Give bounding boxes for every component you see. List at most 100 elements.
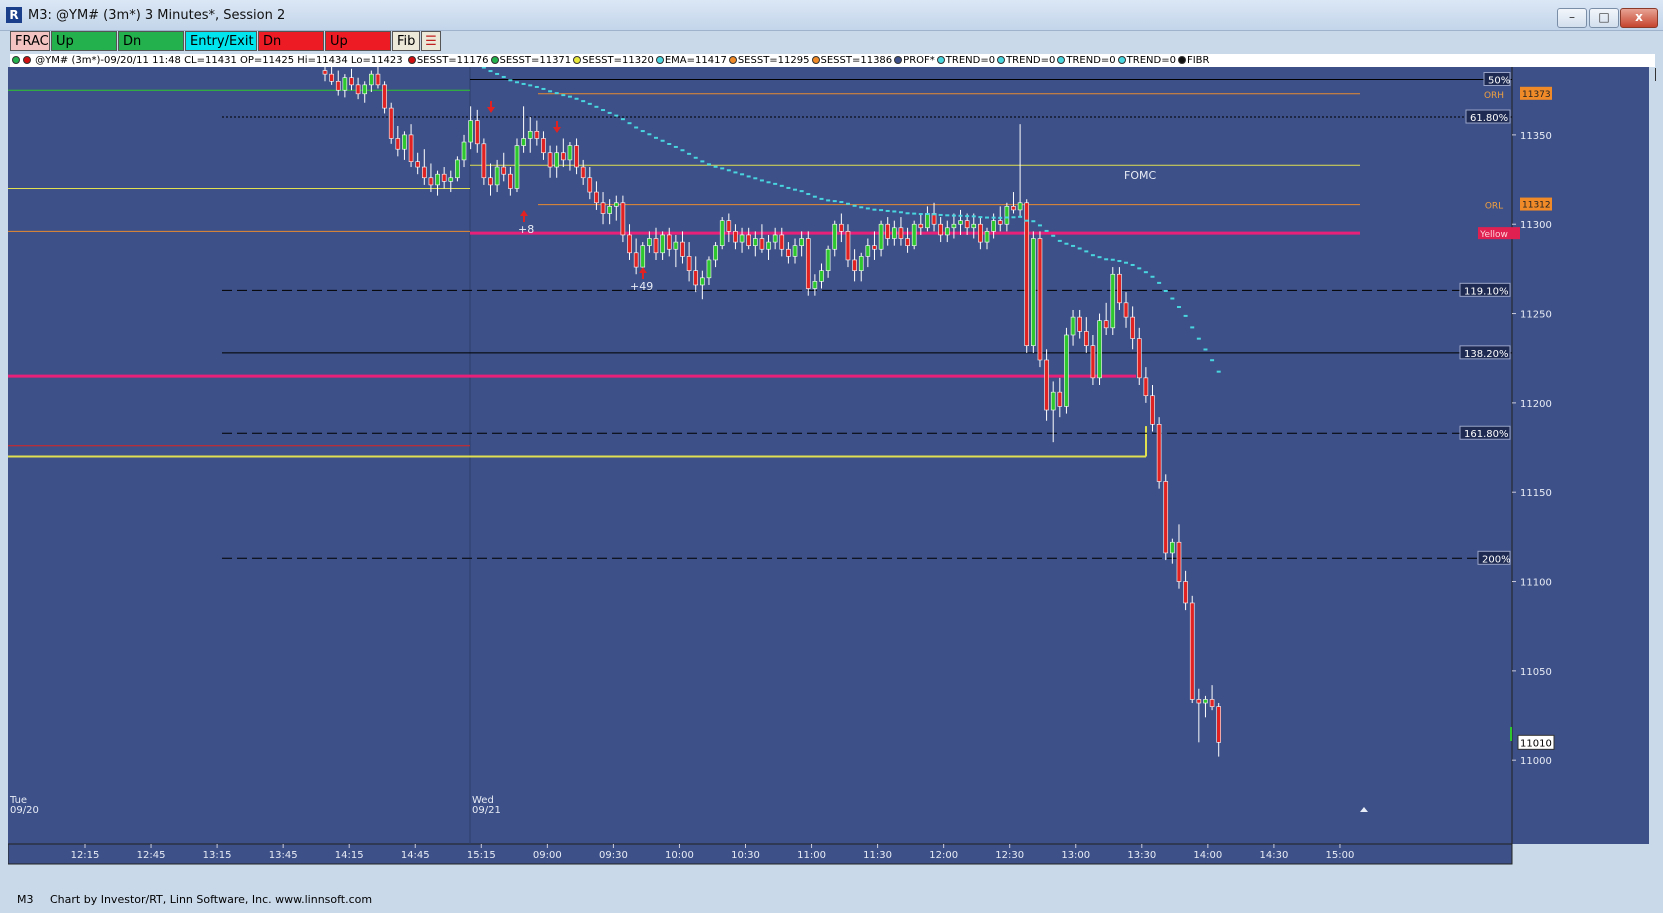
candle-body[interactable]: [514, 145, 520, 189]
candle-body[interactable]: [997, 220, 1003, 225]
candle-body[interactable]: [461, 141, 467, 161]
candle-body[interactable]: [733, 231, 738, 243]
candle-body[interactable]: [1103, 320, 1109, 329]
candle-body[interactable]: [521, 138, 526, 146]
close-button[interactable]: x: [1620, 8, 1658, 28]
indicator-label[interactable]: TREND=0: [946, 55, 995, 66]
candle-body[interactable]: [415, 161, 420, 168]
candle-body[interactable]: [1050, 391, 1056, 411]
chart-tab-label[interactable]: M3: [17, 893, 34, 906]
candle-body[interactable]: [1070, 316, 1076, 336]
candle-body[interactable]: [474, 120, 480, 145]
candle-body[interactable]: [938, 223, 943, 236]
candle-body[interactable]: [1004, 206, 1010, 225]
candle-body[interactable]: [1077, 316, 1082, 332]
candle-body[interactable]: [905, 238, 910, 246]
price-chart[interactable]: 12:15 12:45 13:15 13:45 14:15 14:45 15:15 09:00…: [8, 67, 1655, 890]
candle-body[interactable]: [1024, 202, 1030, 347]
candle-body[interactable]: [918, 223, 924, 229]
candle-body[interactable]: [839, 223, 844, 232]
candle-body[interactable]: [580, 166, 586, 179]
candle-body[interactable]: [1143, 377, 1149, 397]
candle-body[interactable]: [944, 227, 950, 236]
indicator-label[interactable]: TREND=0: [1127, 55, 1176, 66]
candle-body[interactable]: [719, 220, 725, 246]
candle-body[interactable]: [329, 73, 334, 82]
candle-body[interactable]: [369, 73, 374, 86]
candle-body[interactable]: [554, 152, 560, 168]
candle-body[interactable]: [739, 234, 745, 243]
candle-body[interactable]: [693, 270, 699, 286]
candle-body[interactable]: [964, 220, 970, 229]
candle-body[interactable]: [660, 234, 665, 254]
indicator-label[interactable]: SESST=11371: [500, 55, 572, 66]
candle-body[interactable]: [488, 177, 493, 186]
candle-body[interactable]: [958, 220, 963, 225]
indicator-label[interactable]: SESST=11176: [417, 55, 489, 66]
candle-body[interactable]: [752, 238, 758, 246]
candle-body[interactable]: [342, 77, 348, 91]
candle-body[interactable]: [1216, 706, 1221, 743]
candle-body[interactable]: [501, 166, 507, 175]
indicator-label[interactable]: PROF*: [903, 55, 935, 66]
candle-body[interactable]: [885, 223, 891, 239]
candle-body[interactable]: [852, 259, 857, 271]
indicator-label[interactable]: TREND=0: [1006, 55, 1055, 66]
candle-body[interactable]: [892, 227, 897, 239]
candle-body[interactable]: [620, 202, 626, 236]
candle-body[interactable]: [845, 231, 851, 261]
candle-body[interactable]: [1209, 699, 1215, 707]
candle-body[interactable]: [925, 213, 930, 229]
candle-body[interactable]: [541, 138, 546, 154]
candle-body[interactable]: [408, 134, 414, 162]
candle-body[interactable]: [382, 84, 387, 109]
candle-body[interactable]: [335, 80, 341, 91]
candle-body[interactable]: [911, 223, 917, 246]
candle-body[interactable]: [799, 238, 804, 246]
candle-body[interactable]: [627, 234, 632, 254]
toolbar-button-up-arrow-1[interactable]: Up Arrow: [51, 31, 117, 69]
candle-body[interactable]: [865, 245, 871, 257]
candle-body[interactable]: [600, 202, 606, 214]
candle-body[interactable]: [971, 223, 977, 229]
candle-body[interactable]: [792, 245, 798, 257]
candle-body[interactable]: [613, 202, 619, 207]
toolbar-button-dn-arrow-4[interactable]: Dn Arrow: [258, 31, 324, 69]
candle-body[interactable]: [587, 177, 593, 193]
toolbar-button-dn-arrow-2[interactable]: Dn Arrow: [118, 31, 184, 69]
toolbar-button-up-arrow-5[interactable]: Up Arrow: [325, 31, 391, 69]
toolbar-button-entry-exit-3[interactable]: Entry/Exit: [185, 31, 257, 51]
indicator-label[interactable]: SESST=11320: [582, 55, 654, 66]
candle-body[interactable]: [991, 220, 996, 232]
candle-body[interactable]: [607, 206, 612, 214]
candle-body[interactable]: [1176, 541, 1182, 582]
candle-body[interactable]: [561, 152, 566, 161]
candle-body[interactable]: [653, 238, 659, 254]
candle-body[interactable]: [1084, 331, 1089, 347]
candle-body[interactable]: [468, 120, 473, 143]
candle-body[interactable]: [567, 145, 573, 161]
candle-body[interactable]: [1110, 273, 1116, 329]
candle-body[interactable]: [805, 238, 811, 289]
candle-body[interactable]: [1097, 320, 1102, 379]
candle-body[interactable]: [786, 248, 791, 257]
toolbar-settings-icon[interactable]: ☰: [421, 31, 441, 51]
candle-body[interactable]: [494, 166, 500, 186]
candle-body[interactable]: [388, 107, 394, 139]
candle-body[interactable]: [726, 220, 732, 232]
candle-body[interactable]: [349, 77, 354, 86]
candle-body[interactable]: [395, 138, 401, 150]
candle-body[interactable]: [647, 238, 652, 246]
candle-body[interactable]: [640, 245, 646, 268]
candle-body[interactable]: [547, 152, 553, 168]
candle-body[interactable]: [779, 234, 785, 250]
candle-body[interactable]: [766, 241, 771, 250]
candle-body[interactable]: [1011, 206, 1016, 211]
toolbar-button-frac-0[interactable]: FRAC: [10, 31, 50, 51]
candle-body[interactable]: [1170, 541, 1175, 554]
candle-body[interactable]: [898, 227, 904, 239]
candle-body[interactable]: [984, 231, 990, 243]
candle-body[interactable]: [832, 223, 838, 250]
candle-body[interactable]: [772, 234, 778, 243]
candle-body[interactable]: [1156, 424, 1162, 482]
